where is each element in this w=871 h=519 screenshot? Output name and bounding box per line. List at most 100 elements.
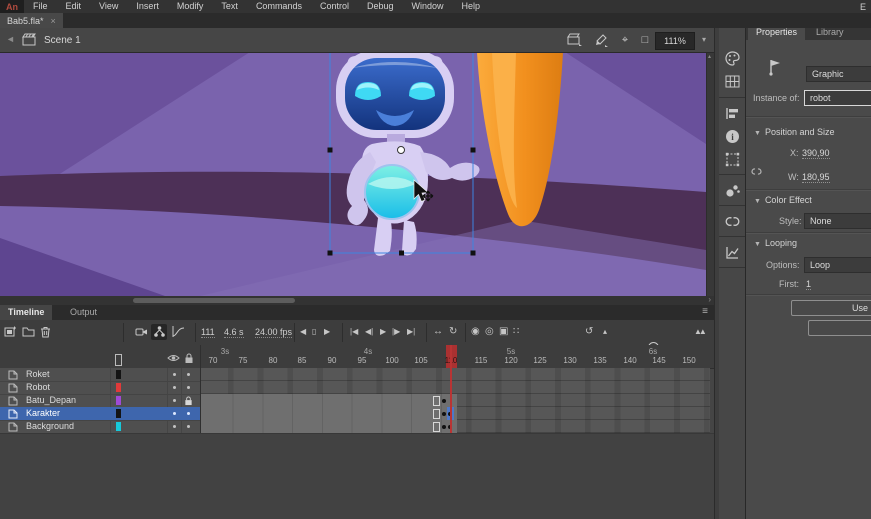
insert-keyframe-icon[interactable]: ▯ <box>312 325 316 339</box>
x-value[interactable]: 390,90 <box>802 148 830 159</box>
delete-layer-button[interactable] <box>39 325 52 343</box>
selection-handle[interactable] <box>471 251 476 256</box>
transformation-point[interactable] <box>398 147 405 154</box>
timeline-zoom-out-icon[interactable]: ▴ <box>603 325 607 339</box>
outline-color-column-icon[interactable] <box>115 354 122 366</box>
layer-outline-color[interactable] <box>116 396 121 405</box>
elapsed-time-value[interactable]: 4.6 s <box>224 327 244 338</box>
layer-lock-dot[interactable] <box>187 373 190 376</box>
lock-column-icon[interactable] <box>184 353 194 364</box>
new-folder-button[interactable] <box>22 325 35 343</box>
layer-visibility-dot[interactable] <box>173 412 176 415</box>
menu-control[interactable]: Control <box>311 0 358 13</box>
cc-libraries-panel-icon[interactable] <box>724 213 741 230</box>
section-color-effect[interactable]: ▼Color Effect <box>754 195 812 205</box>
scroll-up-icon[interactable]: ▴ <box>708 53 711 60</box>
previous-keyframe-icon[interactable]: ◀ <box>300 325 306 339</box>
selection-handle[interactable] <box>328 251 333 256</box>
onion-skin-icon[interactable]: ◉ <box>471 325 480 339</box>
panel-menu-icon[interactable]: ≡ <box>702 306 708 317</box>
frame-rate-value[interactable]: 24.00 fps <box>255 327 292 338</box>
frame-span-background[interactable] <box>200 420 457 434</box>
menu-file[interactable]: File <box>24 0 57 13</box>
tab-output[interactable]: Output <box>62 305 105 320</box>
go-to-last-frame-icon[interactable]: ▶| <box>407 325 415 339</box>
layer-row-karakter[interactable]: Karakter <box>0 407 200 421</box>
add-camera-button[interactable] <box>135 325 148 343</box>
workspace-label[interactable]: E <box>860 2 871 12</box>
motion-graph-panel-icon[interactable] <box>724 244 741 261</box>
lock-icon[interactable] <box>184 396 193 406</box>
layer-outline-color[interactable] <box>116 383 121 392</box>
scrollbar-thumb[interactable] <box>133 298 295 303</box>
layer-row-batu-depan[interactable]: Batu_Depan <box>0 394 200 408</box>
new-layer-button[interactable] <box>4 325 17 343</box>
edit-symbols-button[interactable] <box>593 33 609 47</box>
step-forward-icon[interactable]: |▶ <box>392 325 400 339</box>
show-parenting-view-button[interactable] <box>151 324 167 340</box>
back-arrow-icon[interactable]: ◄ <box>6 34 15 44</box>
frame-span-karakter[interactable] <box>200 407 457 421</box>
loop-playback-icon[interactable]: ↻ <box>449 325 457 339</box>
scroll-right-icon[interactable]: › <box>708 295 711 304</box>
info-panel-icon[interactable]: i <box>724 128 741 145</box>
section-looping[interactable]: ▼Looping <box>754 238 797 248</box>
go-to-first-frame-icon[interactable]: |◀ <box>350 325 358 339</box>
layer-visibility-dot[interactable] <box>173 386 176 389</box>
tab-timeline[interactable]: Timeline <box>0 305 52 320</box>
link-width-height-icon[interactable] <box>750 165 763 178</box>
span-end-marker[interactable] <box>433 409 440 419</box>
swatches-panel-icon[interactable] <box>724 73 741 90</box>
scene-label[interactable]: Scene 1 <box>44 35 81 46</box>
menu-edit[interactable]: Edit <box>57 0 91 13</box>
keyframe-dot[interactable] <box>442 399 446 403</box>
stage-zoom-select[interactable]: 111% <box>655 32 695 50</box>
section-position-size[interactable]: ▼Position and Size <box>754 127 834 137</box>
current-frame-value[interactable]: 111 <box>201 327 215 338</box>
clip-content-button[interactable]: □ <box>637 33 653 47</box>
eye-column-icon[interactable] <box>167 353 180 363</box>
menu-commands[interactable]: Commands <box>247 0 311 13</box>
menu-modify[interactable]: Modify <box>168 0 213 13</box>
span-end-marker[interactable] <box>433 422 440 432</box>
selection-handle[interactable] <box>471 148 476 153</box>
keyframe-dot[interactable] <box>442 425 446 429</box>
brush-library-panel-icon[interactable] <box>724 182 741 199</box>
lip-syncing-button[interactable]: Lip S <box>808 320 871 336</box>
menu-help[interactable]: Help <box>453 0 490 13</box>
timeline-ruler[interactable]: 3s 4s 5s 6s 70 75 80 85 90 95 100 105 11… <box>0 345 714 369</box>
close-icon[interactable]: × <box>51 16 56 26</box>
layer-lock-dot[interactable] <box>187 425 190 428</box>
keyframe-dot[interactable] <box>442 412 446 416</box>
edit-multiple-frames-icon[interactable]: ▣ <box>499 325 508 339</box>
span-end-marker[interactable] <box>433 396 440 406</box>
menu-text[interactable]: Text <box>212 0 247 13</box>
transform-panel-icon[interactable] <box>724 151 741 168</box>
layer-outline-color[interactable] <box>116 370 121 379</box>
layer-outline-color[interactable] <box>116 409 121 418</box>
symbol-behavior-select[interactable]: Graphic <box>806 66 871 82</box>
stage-horizontal-scrollbar[interactable]: › <box>0 296 714 305</box>
menu-window[interactable]: Window <box>403 0 453 13</box>
menu-debug[interactable]: Debug <box>358 0 403 13</box>
layer-visibility-dot[interactable] <box>173 425 176 428</box>
play-icon[interactable]: ▶ <box>380 325 386 339</box>
frame-span-batu-depan[interactable] <box>200 394 457 408</box>
center-playhead-icon[interactable]: ↔ <box>433 325 443 339</box>
document-tab[interactable]: Bab5.fla* × <box>0 13 63 28</box>
step-back-icon[interactable]: ◀| <box>365 325 373 339</box>
layer-lock-dot[interactable] <box>187 412 190 415</box>
frame-graph-view-button[interactable] <box>172 325 185 343</box>
modify-markers-icon[interactable]: ∷ <box>513 325 519 339</box>
chevron-down-icon[interactable]: ▾ <box>697 32 711 48</box>
instance-name-field[interactable]: robot <box>804 90 871 106</box>
layer-outline-color[interactable] <box>116 422 121 431</box>
timeline-zoom-in-icon[interactable]: ▲▲ <box>694 325 704 339</box>
onion-skin-outlines-icon[interactable]: ◎ <box>485 325 494 339</box>
selection-handle[interactable] <box>399 251 404 256</box>
layer-row-roket[interactable]: Roket <box>0 368 200 382</box>
color-panel-icon[interactable] <box>724 50 741 67</box>
use-frame-picker-button[interactable]: Use Fra <box>791 300 871 316</box>
next-keyframe-icon[interactable]: ▶ <box>324 325 330 339</box>
layer-row-robot[interactable]: Robot <box>0 381 200 395</box>
